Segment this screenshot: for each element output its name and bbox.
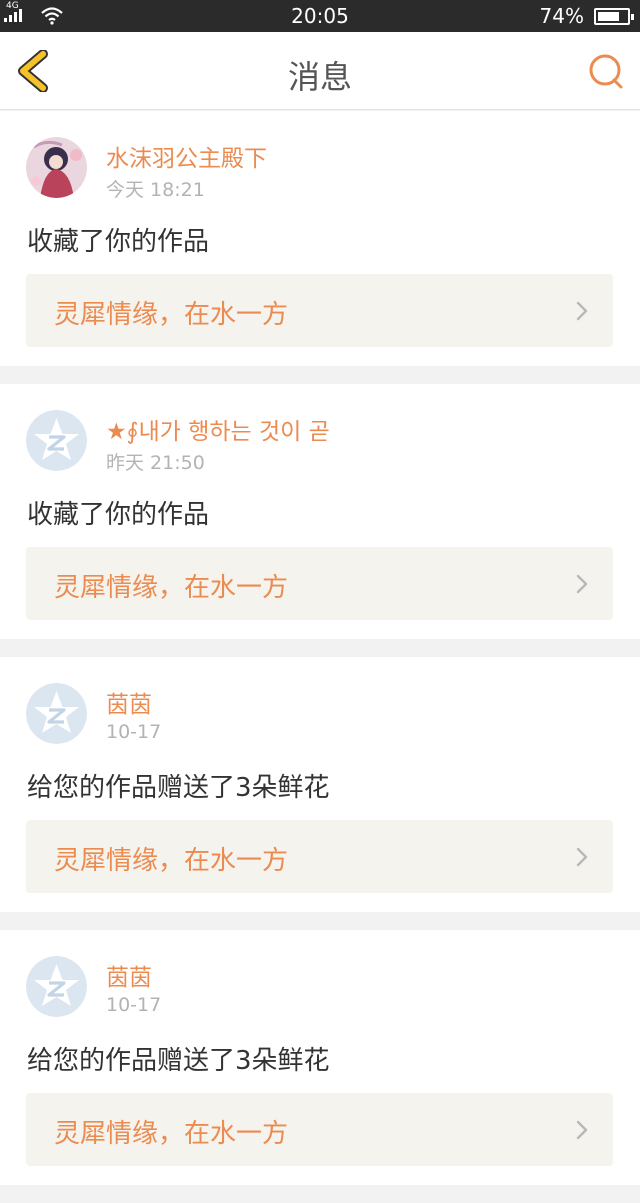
work-title: 灵犀情缘，在水一方 xyxy=(54,846,289,876)
message-time: 昨天 21:50 xyxy=(106,452,205,474)
battery-percent: 74% xyxy=(539,4,584,28)
work-link[interactable]: 灵犀情缘，在水一方 xyxy=(26,547,613,620)
user-avatar[interactable] xyxy=(26,410,87,471)
user-avatar[interactable] xyxy=(26,956,87,1017)
user-name[interactable]: 茵茵 xyxy=(106,958,152,992)
chevron-right-icon xyxy=(576,574,588,594)
work-title: 灵犀情缘，在水一方 xyxy=(54,573,289,603)
work-title: 灵犀情缘，在水一方 xyxy=(54,300,289,330)
message-list: 水沫羽公主殿下 今天 18:21 收藏了你的作品 灵犀情缘，在水一方 ★∮내가 … xyxy=(0,111,640,1203)
nav-bar: 消息 xyxy=(0,32,640,110)
work-link[interactable]: 灵犀情缘，在水一方 xyxy=(26,1093,613,1166)
status-bar: 4G 20:05 74% xyxy=(0,0,640,32)
user-avatar[interactable] xyxy=(26,683,87,744)
message-card: 水沫羽公主殿下 今天 18:21 收藏了你的作品 灵犀情缘，在水一方 xyxy=(0,111,640,366)
search-icon[interactable] xyxy=(586,52,626,92)
work-link[interactable]: 灵犀情缘，在水一方 xyxy=(26,820,613,893)
chevron-right-icon xyxy=(576,301,588,321)
message-time: 今天 18:21 xyxy=(106,179,205,201)
work-title: 灵犀情缘，在水一方 xyxy=(54,1119,289,1149)
message-action-text: 给您的作品赠送了3朵鲜花 xyxy=(27,1046,330,1076)
message-action-text: 收藏了你的作品 xyxy=(27,500,210,530)
message-time: 10-17 xyxy=(106,721,162,743)
user-name[interactable]: 水沫羽公主殿下 xyxy=(106,139,267,173)
page-title: 消息 xyxy=(287,58,352,96)
chevron-right-icon xyxy=(576,847,588,867)
battery-icon xyxy=(594,8,634,25)
message-card: 茵茵 10-17 给您的作品赠送了3朵鲜花 灵犀情缘，在水一方 xyxy=(0,657,640,912)
user-name[interactable]: 茵茵 xyxy=(106,685,152,719)
message-action-text: 收藏了你的作品 xyxy=(27,227,210,257)
work-link[interactable]: 灵犀情缘，在水一方 xyxy=(26,274,613,347)
message-card: ★∮내가 행하는 것이 곧 昨天 21:50 收藏了你的作品 灵犀情缘，在水一方 xyxy=(0,384,640,639)
user-avatar[interactable] xyxy=(26,137,87,198)
message-action-text: 给您的作品赠送了3朵鲜花 xyxy=(27,773,330,803)
message-card: 茵茵 10-17 给您的作品赠送了3朵鲜花 灵犀情缘，在水一方 xyxy=(0,930,640,1185)
message-time: 10-17 xyxy=(106,994,162,1016)
user-name[interactable]: ★∮내가 행하는 것이 곧 xyxy=(106,412,330,446)
